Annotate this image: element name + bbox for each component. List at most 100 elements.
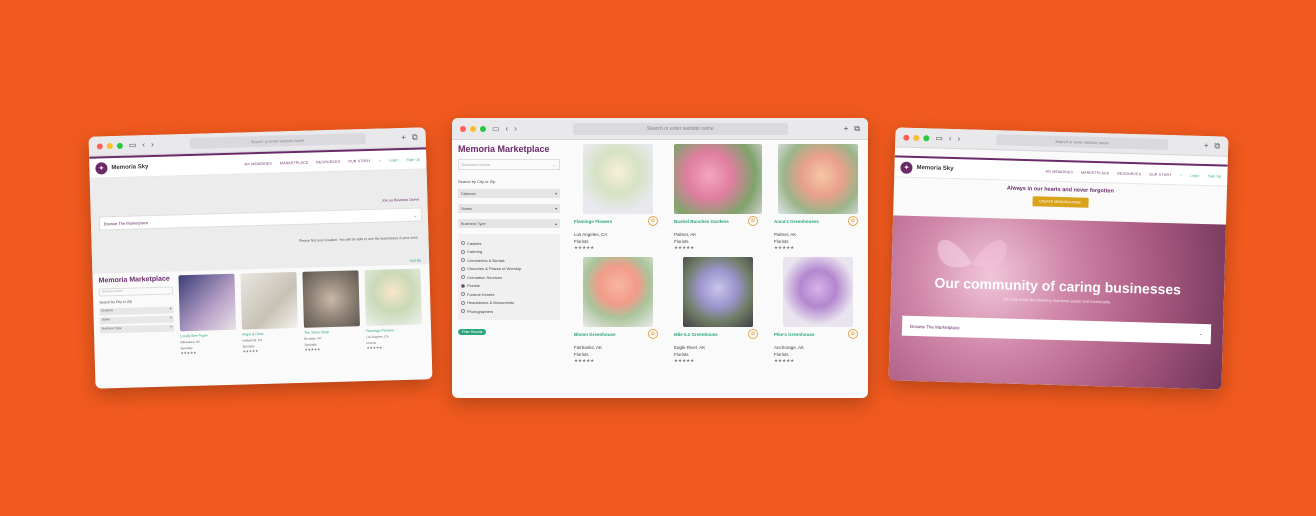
business-card[interactable]: ✿ Anna's Greenhouses Palmer, AK Florists… [774,144,862,251]
business-card[interactable]: Lovely Bee Paper Milwaukee, WI Specialty… [178,273,236,355]
search-icon[interactable]: ⌕ [1180,173,1182,177]
address-bar[interactable]: Search or enter website name [996,134,1168,151]
browser-window-marketplace-florists: ▭ ‹ › Search or enter website name + ⧉ M… [452,118,868,398]
business-card[interactable]: ✿ Bloom Greenhouse Fairbanks, AK Florist… [574,257,662,364]
states-select[interactable]: States ▾ [99,315,174,325]
business-name[interactable]: The Silver Shop [304,329,360,335]
nav-our-story[interactable]: OUR STORY [348,158,371,163]
sidebar-icon[interactable]: ▭ [129,140,137,149]
business-name[interactable]: Angel & Dove [242,331,298,337]
browse-marketplace-dropdown[interactable]: Browse The Marketplace ⌄ [901,315,1212,345]
category-option[interactable]: Cemeteries & Burials [461,258,557,263]
nav-my-memories[interactable]: MY MEMORIES [1046,169,1074,174]
nav-login[interactable]: Login [389,158,399,162]
business-card[interactable]: Angel & Dove Hollywood, CA Specialty ★★★… [240,272,298,354]
radio-button[interactable] [461,249,465,254]
close-dot[interactable] [460,125,466,132]
new-tab-icon[interactable]: + [1204,141,1209,150]
business-card[interactable]: ✿ Bushel Bunches Gardens Palmer, AK Flor… [674,144,762,251]
browser-toolbar: ▭ ‹ › Search or enter website name + ⧉ [452,118,868,140]
tabs-overview-icon[interactable]: ⧉ [854,124,860,133]
distance-select[interactable]: Distance ▾ [458,189,560,198]
distance-select[interactable]: Distance ▾ [99,306,174,316]
nav-resources[interactable]: RESOURCES [1117,171,1141,176]
sidebar-icon[interactable]: ▭ [935,133,943,142]
business-card[interactable]: ✿ Pike's Greenhouse Anchorage, AK Floris… [774,257,862,364]
chevron-down-icon: ▾ [555,192,557,196]
brand-name[interactable]: Memoria Sky [111,164,148,171]
radio-button[interactable] [461,258,465,262]
business-card[interactable]: ✿ Flamingo Flowers Los Angeles, CA Flori… [574,144,662,251]
close-dot[interactable] [903,134,910,141]
nav-resources[interactable]: RESOURCES [316,159,340,164]
tabs-overview-icon[interactable]: ⧉ [412,132,418,141]
create-memoria-page-button[interactable]: CREATE MEMORIA PAGE [1031,196,1089,208]
address-bar[interactable]: Search or enter website name [572,122,788,135]
category-option[interactable]: Funeral Homes [461,292,557,297]
rating-stars: ★★★★★ [774,245,795,250]
join-business-link[interactable]: Join as Business Owner [382,198,420,203]
category-option-selected[interactable]: Florists [461,283,557,288]
site-header: ✦ Memoria Sky MY MEMORIES MARKETPLACE RE… [894,155,1228,187]
browse-marketplace-dropdown[interactable]: Browse The Marketplace ⌄ [98,207,423,231]
business-location: Fairbanks, AK [574,345,603,350]
logo-icon[interactable]: ✦ [900,161,913,174]
radio-button[interactable] [461,275,465,279]
radio-button[interactable] [461,241,465,245]
maximize-dot[interactable] [480,125,486,132]
radio-button[interactable] [461,309,465,313]
radio-button[interactable] [461,300,465,305]
back-icon[interactable]: ‹ [506,124,509,133]
minimize-dot[interactable] [106,142,113,149]
business-name-input[interactable]: Business Name ⌄ [458,159,560,170]
nav-my-memories[interactable]: MY MEMORIES [245,161,273,166]
business-name[interactable]: Flamingo Flowers [366,328,422,333]
maximize-dot[interactable] [116,142,123,149]
business-card[interactable]: ✿ Mile 5.2 Greenhouse Eagle River, AK Fl… [674,257,762,364]
business-type-select[interactable]: Business Type ▾ [99,324,175,334]
minimize-dot[interactable] [470,125,476,132]
radio-button-checked[interactable] [461,283,465,288]
category-option[interactable]: Cremation Services [461,275,557,280]
search-icon[interactable]: ⌕ [379,158,381,162]
chevron-down-icon: ⌄ [413,212,417,218]
nav-marketplace[interactable]: MARKETPLACE [280,160,308,165]
nav-marketplace[interactable]: MARKETPLACE [1081,170,1109,175]
states-select[interactable]: States ▾ [458,204,560,213]
forward-icon[interactable]: › [957,134,960,143]
nav-signup[interactable]: Sign Up [1207,174,1221,178]
forward-icon[interactable]: › [514,124,517,133]
nav-login[interactable]: Login [1190,173,1200,177]
category-option[interactable]: Catering [461,249,557,254]
business-grid: Sort By Lovely Bee Paper Milwaukee, WI S… [178,259,425,355]
business-name[interactable]: Lovely Bee Paper [180,333,236,339]
forward-icon[interactable]: › [151,139,154,148]
sort-dropdown[interactable]: Sort By [410,259,422,263]
maximize-dot[interactable] [923,134,930,141]
new-tab-icon[interactable]: + [401,132,406,141]
business-card[interactable]: The Silver Shop Brooklyn, NY Specialty ★… [302,270,360,352]
business-photo [783,257,853,327]
close-dot[interactable] [96,142,103,150]
brand-name[interactable]: Memoria Sky [916,165,953,172]
tabs-overview-icon[interactable]: ⧉ [1214,141,1220,150]
business-card[interactable]: Flamingo Flowers Los Angeles, CA Florist… [364,268,422,350]
category-option[interactable]: Photographers [461,309,557,314]
filter-results-button[interactable]: Filter Results [458,329,487,335]
nav-signup[interactable]: Sign Up [406,157,420,161]
category-option[interactable]: Headstones & Monuments [461,300,557,305]
new-tab-icon[interactable]: + [844,124,849,133]
sidebar-icon[interactable]: ▭ [492,124,500,133]
radio-button[interactable] [461,292,465,296]
logo-icon[interactable]: ✦ [95,161,108,175]
category-option[interactable]: Churches & Places of Worship [461,266,557,271]
minimize-dot[interactable] [913,134,920,141]
address-bar[interactable]: Search or enter website name [189,133,366,149]
nav-our-story[interactable]: OUR STORY [1149,172,1172,177]
radio-button[interactable] [461,266,465,271]
back-icon[interactable]: ‹ [142,140,145,149]
category-option[interactable]: Caskets [461,241,557,246]
business-type-select[interactable]: Business Type ▴ [458,219,560,228]
back-icon[interactable]: ‹ [949,133,952,142]
business-name-input[interactable]: Business Name [98,286,173,297]
